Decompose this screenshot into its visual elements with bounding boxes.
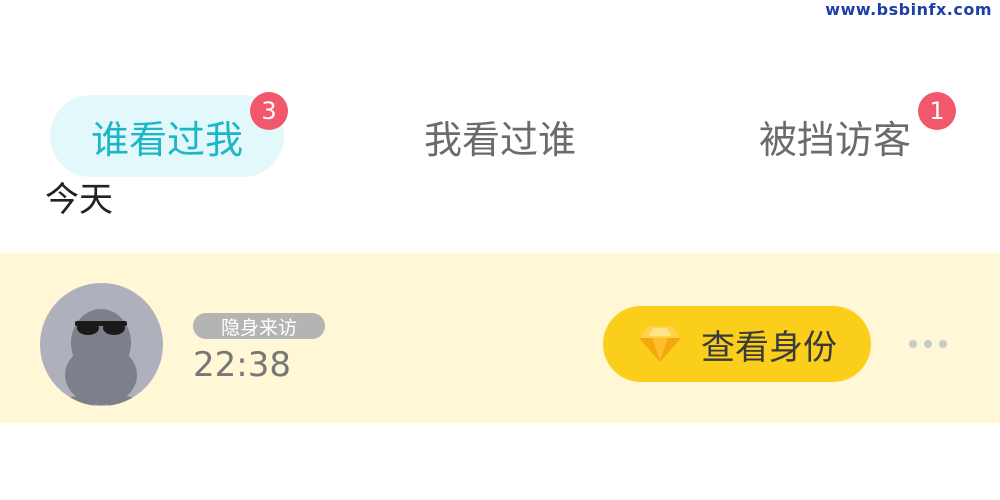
tab-label: 谁看过我 [90,117,243,162]
section-header: 今天 [45,182,113,222]
view-identity-label: 查看身份 [701,327,837,368]
section-date-label: 今天 [45,182,113,220]
tab-blocked-visitors[interactable]: 被挡访客 [730,95,940,177]
visitor-page: www.bsbinfx.com 谁看过我 我看过谁 被挡访客 3 1 今天 隐身… [0,0,1000,500]
more-dots-icon[interactable] [908,337,948,351]
diamond-icon [639,326,681,362]
visit-time: 22:38 [193,345,291,385]
view-identity-button[interactable]: 查看身份 [603,306,871,382]
watermark: www.bsbinfx.com [825,0,992,19]
notification-badge: 3 [250,92,288,130]
tab-who-viewed-me[interactable]: 谁看过我 [50,95,284,177]
status-badge: 隐身来访 [193,313,325,339]
tab-label: 被挡访客 [758,117,911,162]
visitor-row[interactable]: 隐身来访 22:38 查看身份 [0,253,1000,423]
tab-label: 我看过谁 [423,117,576,162]
tab-bar: 谁看过我 我看过谁 被挡访客 [0,95,1000,177]
tab-whom-i-viewed[interactable]: 我看过谁 [390,95,610,177]
notification-badge: 1 [918,92,956,130]
anonymous-penguin-icon[interactable] [40,283,163,406]
